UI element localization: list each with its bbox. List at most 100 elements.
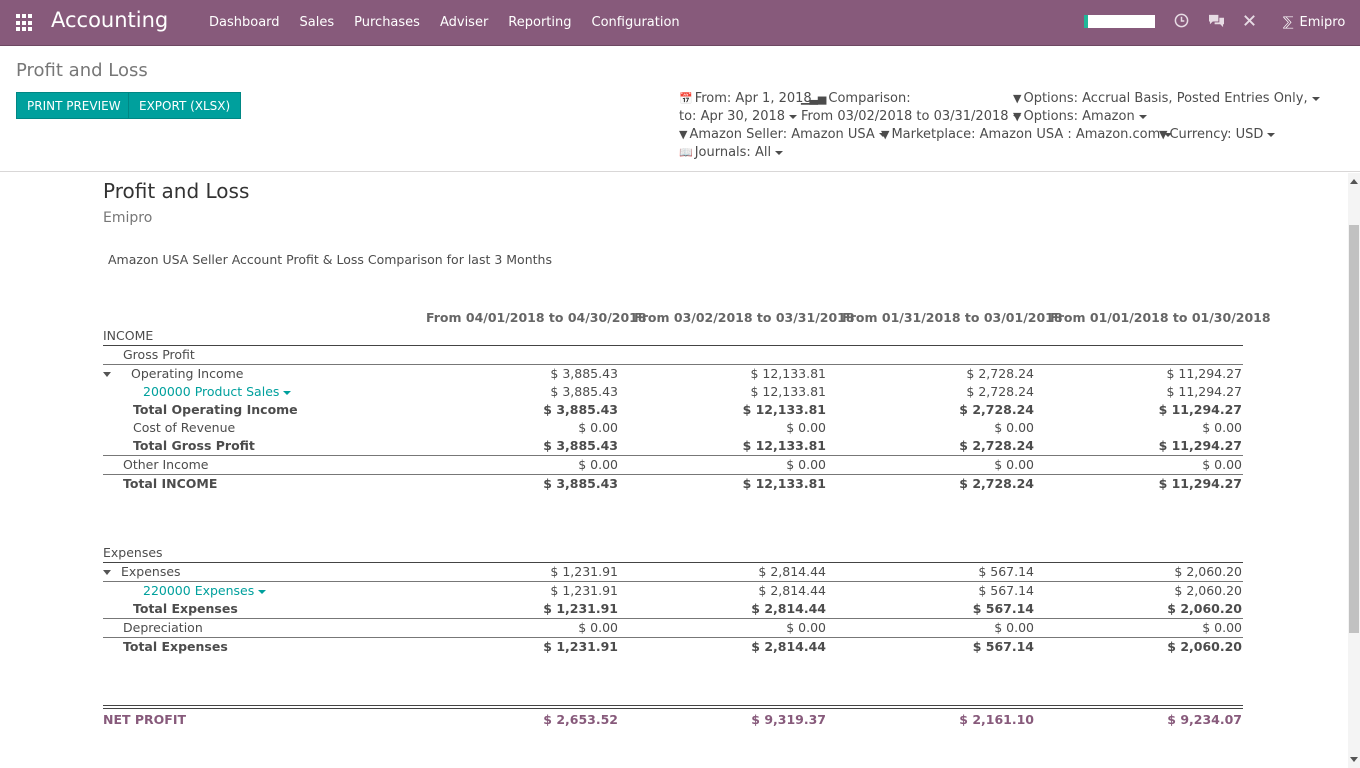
cell-value: $ 0.00 bbox=[1202, 620, 1242, 635]
cell-value: $ 2,060.20 bbox=[1167, 601, 1242, 616]
amazon-seller-filter[interactable]: ▼ Amazon Seller: Amazon USA bbox=[679, 127, 887, 142]
table-row: Gross Profit bbox=[103, 346, 1243, 364]
chevron-down-icon bbox=[789, 114, 798, 119]
menu-dashboard[interactable]: Dashboard bbox=[199, 15, 290, 30]
section-label: Expenses bbox=[103, 545, 163, 560]
user-menu[interactable]: ⅀ Emipro bbox=[1283, 15, 1345, 30]
table-row[interactable]: Expenses $ 1,231.91 $ 2,814.44 $ 567.14 … bbox=[103, 563, 1243, 581]
menu-configuration[interactable]: Configuration bbox=[582, 15, 690, 30]
menu-sales[interactable]: Sales bbox=[290, 15, 345, 30]
cell-value: $ 1,231.91 bbox=[550, 564, 618, 579]
cell-value: $ 2,814.44 bbox=[751, 601, 826, 616]
row-label: Total Gross Profit bbox=[133, 438, 255, 453]
cell-value: $ 0.00 bbox=[994, 420, 1034, 435]
app-title: Accounting bbox=[51, 8, 169, 32]
cell-value: $ 3,885.43 bbox=[550, 384, 618, 399]
cell-value: $ 567.14 bbox=[972, 601, 1034, 616]
cell-value: $ 11,294.27 bbox=[1158, 402, 1242, 417]
row-label: NET PROFIT bbox=[103, 712, 187, 727]
cell-value: $ 12,133.81 bbox=[742, 476, 826, 491]
cell-value: $ 2,728.24 bbox=[959, 438, 1034, 453]
journals-filter[interactable]: 📖 Journals: All bbox=[679, 145, 784, 160]
chevron-down-icon bbox=[775, 150, 784, 155]
menu-reporting[interactable]: Reporting bbox=[498, 15, 581, 30]
chevron-down-icon bbox=[1267, 132, 1276, 137]
comparison-label: Comparison: bbox=[828, 91, 911, 106]
collapse-icon[interactable] bbox=[103, 372, 111, 377]
cell-value: $ 567.14 bbox=[978, 583, 1034, 598]
cell-value: $ 11,294.27 bbox=[1166, 384, 1242, 399]
tools-icon[interactable] bbox=[1242, 13, 1257, 32]
cell-value: $ 12,133.81 bbox=[742, 438, 826, 453]
cell-value: $ 2,728.24 bbox=[959, 402, 1034, 417]
vertical-scrollbar[interactable] bbox=[1348, 173, 1360, 768]
cell-value: $ 2,728.24 bbox=[966, 384, 1034, 399]
comparison-range-filter[interactable]: From 03/02/2018 to 03/31/2018 bbox=[801, 109, 1021, 124]
table-row[interactable]: 200000 Product Sales $ 3,885.43 $ 12,133… bbox=[103, 383, 1243, 401]
journals-label: Journals: All bbox=[694, 145, 772, 160]
cell-value: $ 2,060.20 bbox=[1174, 564, 1242, 579]
cell-value: $ 0.00 bbox=[578, 420, 618, 435]
options-amazon-filter[interactable]: ▼ Options: Amazon bbox=[1013, 109, 1147, 124]
cell-value: $ 1,231.91 bbox=[550, 583, 618, 598]
marketplace-filter[interactable]: ▼ Marketplace: Amazon USA : Amazon.com bbox=[881, 127, 1173, 142]
cell-value: $ 0.00 bbox=[994, 457, 1034, 472]
clock-icon[interactable] bbox=[1174, 13, 1189, 32]
date-to-filter[interactable]: to: Apr 30, 2018 bbox=[679, 109, 798, 124]
export-xlsx-button[interactable]: EXPORT (XLSX) bbox=[128, 92, 242, 119]
scrollbar-thumb[interactable] bbox=[1349, 225, 1359, 633]
cell-value: $ 2,161.10 bbox=[959, 712, 1034, 727]
net-profit-row: NET PROFIT $ 2,653.52 $ 9,319.37 $ 2,161… bbox=[103, 711, 1243, 729]
onboarding-progress-bar[interactable] bbox=[1084, 15, 1155, 28]
currency-filter[interactable]: ▼ Currency: USD bbox=[1159, 127, 1276, 142]
apps-icon[interactable] bbox=[16, 14, 34, 32]
cell-value: $ 3,885.43 bbox=[550, 366, 618, 381]
chat-icon[interactable] bbox=[1208, 13, 1225, 32]
cell-value: $ 3,885.43 bbox=[543, 476, 618, 491]
comparison-filter[interactable]: ▁▃▅ Comparison: bbox=[801, 91, 911, 106]
cell-value: $ 11,294.27 bbox=[1158, 476, 1242, 491]
menu-adviser[interactable]: Adviser bbox=[430, 15, 498, 30]
table-row[interactable]: Operating Income $ 3,885.43 $ 12,133.81 … bbox=[103, 365, 1243, 383]
menu-purchases[interactable]: Purchases bbox=[344, 15, 430, 30]
top-navbar: Accounting Dashboard Sales Purchases Adv… bbox=[0, 0, 1360, 46]
account-link[interactable]: 200000 Product Sales bbox=[143, 384, 292, 399]
column-header-1: From 04/01/2018 to 04/30/2018 bbox=[426, 310, 647, 325]
row-label: Depreciation bbox=[123, 620, 203, 635]
table-row: Cost of Revenue $ 0.00 $ 0.00 $ 0.00 $ 0… bbox=[103, 419, 1243, 437]
cell-value: $ 12,133.81 bbox=[750, 384, 826, 399]
options-accrual-filter[interactable]: ▼ Options: Accrual Basis, Posted Entries … bbox=[1013, 91, 1320, 106]
bar-chart-icon: ▁▃▅ bbox=[801, 92, 827, 105]
cell-value: $ 2,814.44 bbox=[758, 583, 826, 598]
row-label: Total INCOME bbox=[123, 476, 218, 491]
date-from-label: From: Apr 1, 2018 bbox=[694, 91, 812, 106]
cell-value: $ 0.00 bbox=[786, 457, 826, 472]
cell-value: $ 1,231.91 bbox=[543, 601, 618, 616]
table-row: Total Expenses $ 1,231.91 $ 2,814.44 $ 5… bbox=[103, 638, 1243, 656]
cell-value: $ 9,234.07 bbox=[1167, 712, 1242, 727]
filter-icon: ▼ bbox=[679, 128, 688, 141]
chevron-down-icon bbox=[1138, 114, 1147, 119]
cell-value: $ 3,885.43 bbox=[543, 402, 618, 417]
date-filter[interactable]: 📅 From: Apr 1, 2018 bbox=[679, 91, 812, 106]
table-row[interactable]: 220000 Expenses $ 1,231.91 $ 2,814.44 $ … bbox=[103, 582, 1243, 600]
amazon-seller-label: Amazon Seller: Amazon USA bbox=[689, 127, 875, 142]
account-link[interactable]: 220000 Expenses bbox=[143, 583, 267, 598]
scroll-down-icon[interactable] bbox=[1350, 757, 1358, 762]
print-preview-button[interactable]: PRINT PREVIEW bbox=[16, 92, 132, 119]
report-body: Profit and Loss Emipro Amazon USA Seller… bbox=[0, 173, 1348, 768]
column-header-3: From 01/31/2018 to 03/01/2018 bbox=[842, 310, 1063, 325]
report-company: Emipro bbox=[103, 210, 153, 226]
phone-icon: ⅀ bbox=[1283, 15, 1294, 30]
cell-value: $ 2,060.20 bbox=[1167, 639, 1242, 654]
main-menu: Dashboard Sales Purchases Adviser Report… bbox=[199, 15, 690, 30]
cell-value: $ 0.00 bbox=[578, 620, 618, 635]
cell-value: $ 12,133.81 bbox=[750, 366, 826, 381]
scroll-up-icon[interactable] bbox=[1350, 179, 1358, 184]
collapse-icon[interactable] bbox=[103, 570, 111, 575]
cell-value: $ 567.14 bbox=[972, 639, 1034, 654]
table-row: Depreciation $ 0.00 $ 0.00 $ 0.00 $ 0.00 bbox=[103, 619, 1243, 637]
row-label: Total Expenses bbox=[133, 601, 238, 616]
row-label: Expenses bbox=[103, 564, 181, 579]
cell-value: $ 2,728.24 bbox=[966, 366, 1034, 381]
